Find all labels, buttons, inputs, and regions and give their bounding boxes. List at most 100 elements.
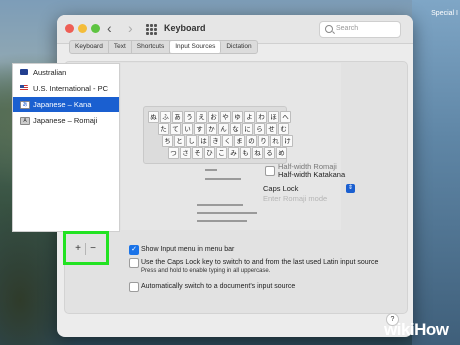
keyboard-key: す <box>194 123 205 135</box>
keyboard-key: お <box>208 111 219 123</box>
remove-input-source-button[interactable]: − <box>87 243 99 255</box>
list-item-selected[interactable]: あ Japanese – Kana <box>13 97 119 112</box>
keyboard-key: へ <box>280 111 291 123</box>
show-input-menu-checkbox[interactable]: ✓ <box>129 245 139 255</box>
keyboard-key: ね <box>252 147 263 159</box>
close-window-button[interactable] <box>65 24 74 33</box>
keyboard-key: さ <box>180 147 191 159</box>
desktop-right-edge <box>412 0 460 345</box>
button-divider <box>85 243 86 255</box>
keyboard-key: な <box>230 123 241 135</box>
chevron-updown-icon[interactable]: ⇕ <box>346 184 355 193</box>
keyboard-key: ぬ <box>148 111 159 123</box>
keyboard-key: ま <box>234 135 245 147</box>
add-remove-highlight: + − <box>63 231 109 265</box>
keyboard-key: ら <box>254 123 265 135</box>
us-flag-icon <box>20 85 28 91</box>
search-placeholder: Search <box>336 25 359 32</box>
keyboard-key: も <box>240 147 251 159</box>
press-hold-hint: Press and hold to enable typing in all u… <box>141 268 271 274</box>
romaji-mode-popup[interactable]: Enter Romaji mode <box>263 194 358 204</box>
zoom-window-button[interactable] <box>91 24 100 33</box>
keyboard-key: て <box>170 123 181 135</box>
keyboard-key: る <box>264 147 275 159</box>
keyboard-key: わ <box>256 111 267 123</box>
keyboard-key: う <box>184 111 195 123</box>
keyboard-key: ち <box>162 135 173 147</box>
japanese-kana-icon: あ <box>20 101 30 109</box>
keyboard-key: ひ <box>204 147 215 159</box>
tab-dictation[interactable]: Dictation <box>221 41 256 53</box>
desktop-item-label[interactable]: Special I <box>410 10 460 17</box>
tab-keyboard[interactable]: Keyboard <box>70 41 109 53</box>
keyboard-key: き <box>210 135 221 147</box>
keyboard-key: れ <box>270 135 281 147</box>
list-item[interactable]: A Japanese – Romaji <box>13 113 119 128</box>
tab-text[interactable]: Text <box>109 41 132 53</box>
keyboard-row: ぬふあうえおやゆよわほへ <box>148 111 292 123</box>
faded-option-line <box>197 212 257 214</box>
keyboard-key: ふ <box>160 111 171 123</box>
tab-shortcuts[interactable]: Shortcuts <box>132 41 171 53</box>
wikihow-watermark: wikiHow <box>384 320 449 339</box>
list-item-label: Australian <box>33 68 67 77</box>
japanese-romaji-icon: A <box>20 117 30 125</box>
keyboard-key: こ <box>216 147 227 159</box>
keyboard-key: い <box>182 123 193 135</box>
add-input-source-button[interactable]: + <box>72 243 84 255</box>
keyboard-key: ゆ <box>232 111 243 123</box>
keyboard-row: つさそひこみもねるめ <box>168 147 288 159</box>
tab-bar: Keyboard Text Shortcuts Input Sources Di… <box>69 40 258 54</box>
keyboard-key: そ <box>192 147 203 159</box>
list-item[interactable]: U.S. International - PC <box>13 81 119 96</box>
back-arrow-icon[interactable]: ‹ <box>107 20 112 36</box>
auto-switch-checkbox[interactable] <box>129 282 139 292</box>
keyboard-key: は <box>198 135 209 147</box>
window-title: Keyboard <box>164 23 206 33</box>
halfwidth-katakana-label: Half-width Katakana <box>278 170 346 179</box>
list-item[interactable]: Australian <box>13 65 119 80</box>
list-item-label: U.S. International - PC <box>33 84 109 93</box>
halfwidth-katakana-checkbox[interactable] <box>265 166 275 176</box>
keyboard-key: り <box>258 135 269 147</box>
tab-input-sources[interactable]: Input Sources <box>170 41 222 53</box>
search-field[interactable]: Search <box>319 21 401 38</box>
keyboard-layout-preview: ぬふあうえおやゆよわほへ たていすかんなにらせむ ちとしはきくまのりれけ つさそ… <box>143 106 293 164</box>
keyboard-key: つ <box>168 147 179 159</box>
faded-option-line <box>197 204 243 206</box>
keyboard-key: と <box>174 135 185 147</box>
use-caps-lock-label: Use the Caps Lock key to switch to and f… <box>141 259 379 266</box>
au-flag-icon <box>20 69 28 75</box>
use-caps-lock-checkbox[interactable] <box>129 258 139 268</box>
keyboard-key: く <box>222 135 233 147</box>
keyboard-key: に <box>242 123 253 135</box>
show-all-grid-icon[interactable] <box>146 24 157 35</box>
faded-option-line <box>205 169 217 171</box>
keyboard-key: よ <box>244 111 255 123</box>
keyboard-key: け <box>282 135 293 147</box>
keyboard-key: あ <box>172 111 183 123</box>
keyboard-row: たていすかんなにらせむ <box>158 123 290 135</box>
keyboard-key: え <box>196 111 207 123</box>
keyboard-key: ん <box>218 123 229 135</box>
keyboard-key: ほ <box>268 111 279 123</box>
keyboard-key: た <box>158 123 169 135</box>
keyboard-key: や <box>220 111 231 123</box>
keyboard-key: み <box>228 147 239 159</box>
input-sources-list: Australian U.S. International - PC あ Jap… <box>12 63 120 232</box>
keyboard-key: し <box>186 135 197 147</box>
keyboard-row: ちとしはきくまのりれけ <box>162 135 294 147</box>
keyboard-key: の <box>246 135 257 147</box>
minimize-window-button[interactable] <box>78 24 87 33</box>
keyboard-key: せ <box>266 123 277 135</box>
keyboard-key: め <box>276 147 287 159</box>
forward-arrow-icon[interactable]: › <box>128 20 133 36</box>
keyboard-key: む <box>278 123 289 135</box>
list-item-label: Japanese – Kana <box>33 100 92 109</box>
caps-lock-popup[interactable]: Caps Lock <box>263 183 358 194</box>
faded-option-line <box>205 178 241 180</box>
list-item-label: Japanese – Romaji <box>33 116 98 125</box>
auto-switch-label: Automatically switch to a document's inp… <box>141 283 296 290</box>
faded-option-line <box>197 220 247 222</box>
keyboard-key: か <box>206 123 217 135</box>
